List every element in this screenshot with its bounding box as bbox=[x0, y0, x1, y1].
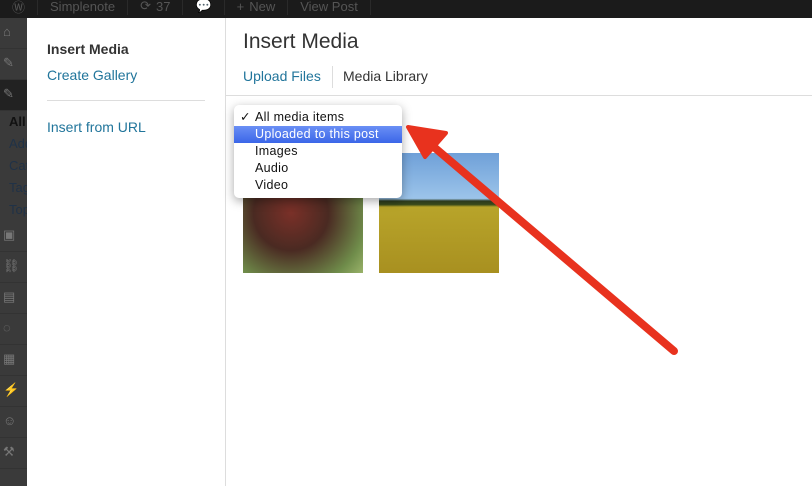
red-arrow-annotation bbox=[406, 125, 678, 355]
